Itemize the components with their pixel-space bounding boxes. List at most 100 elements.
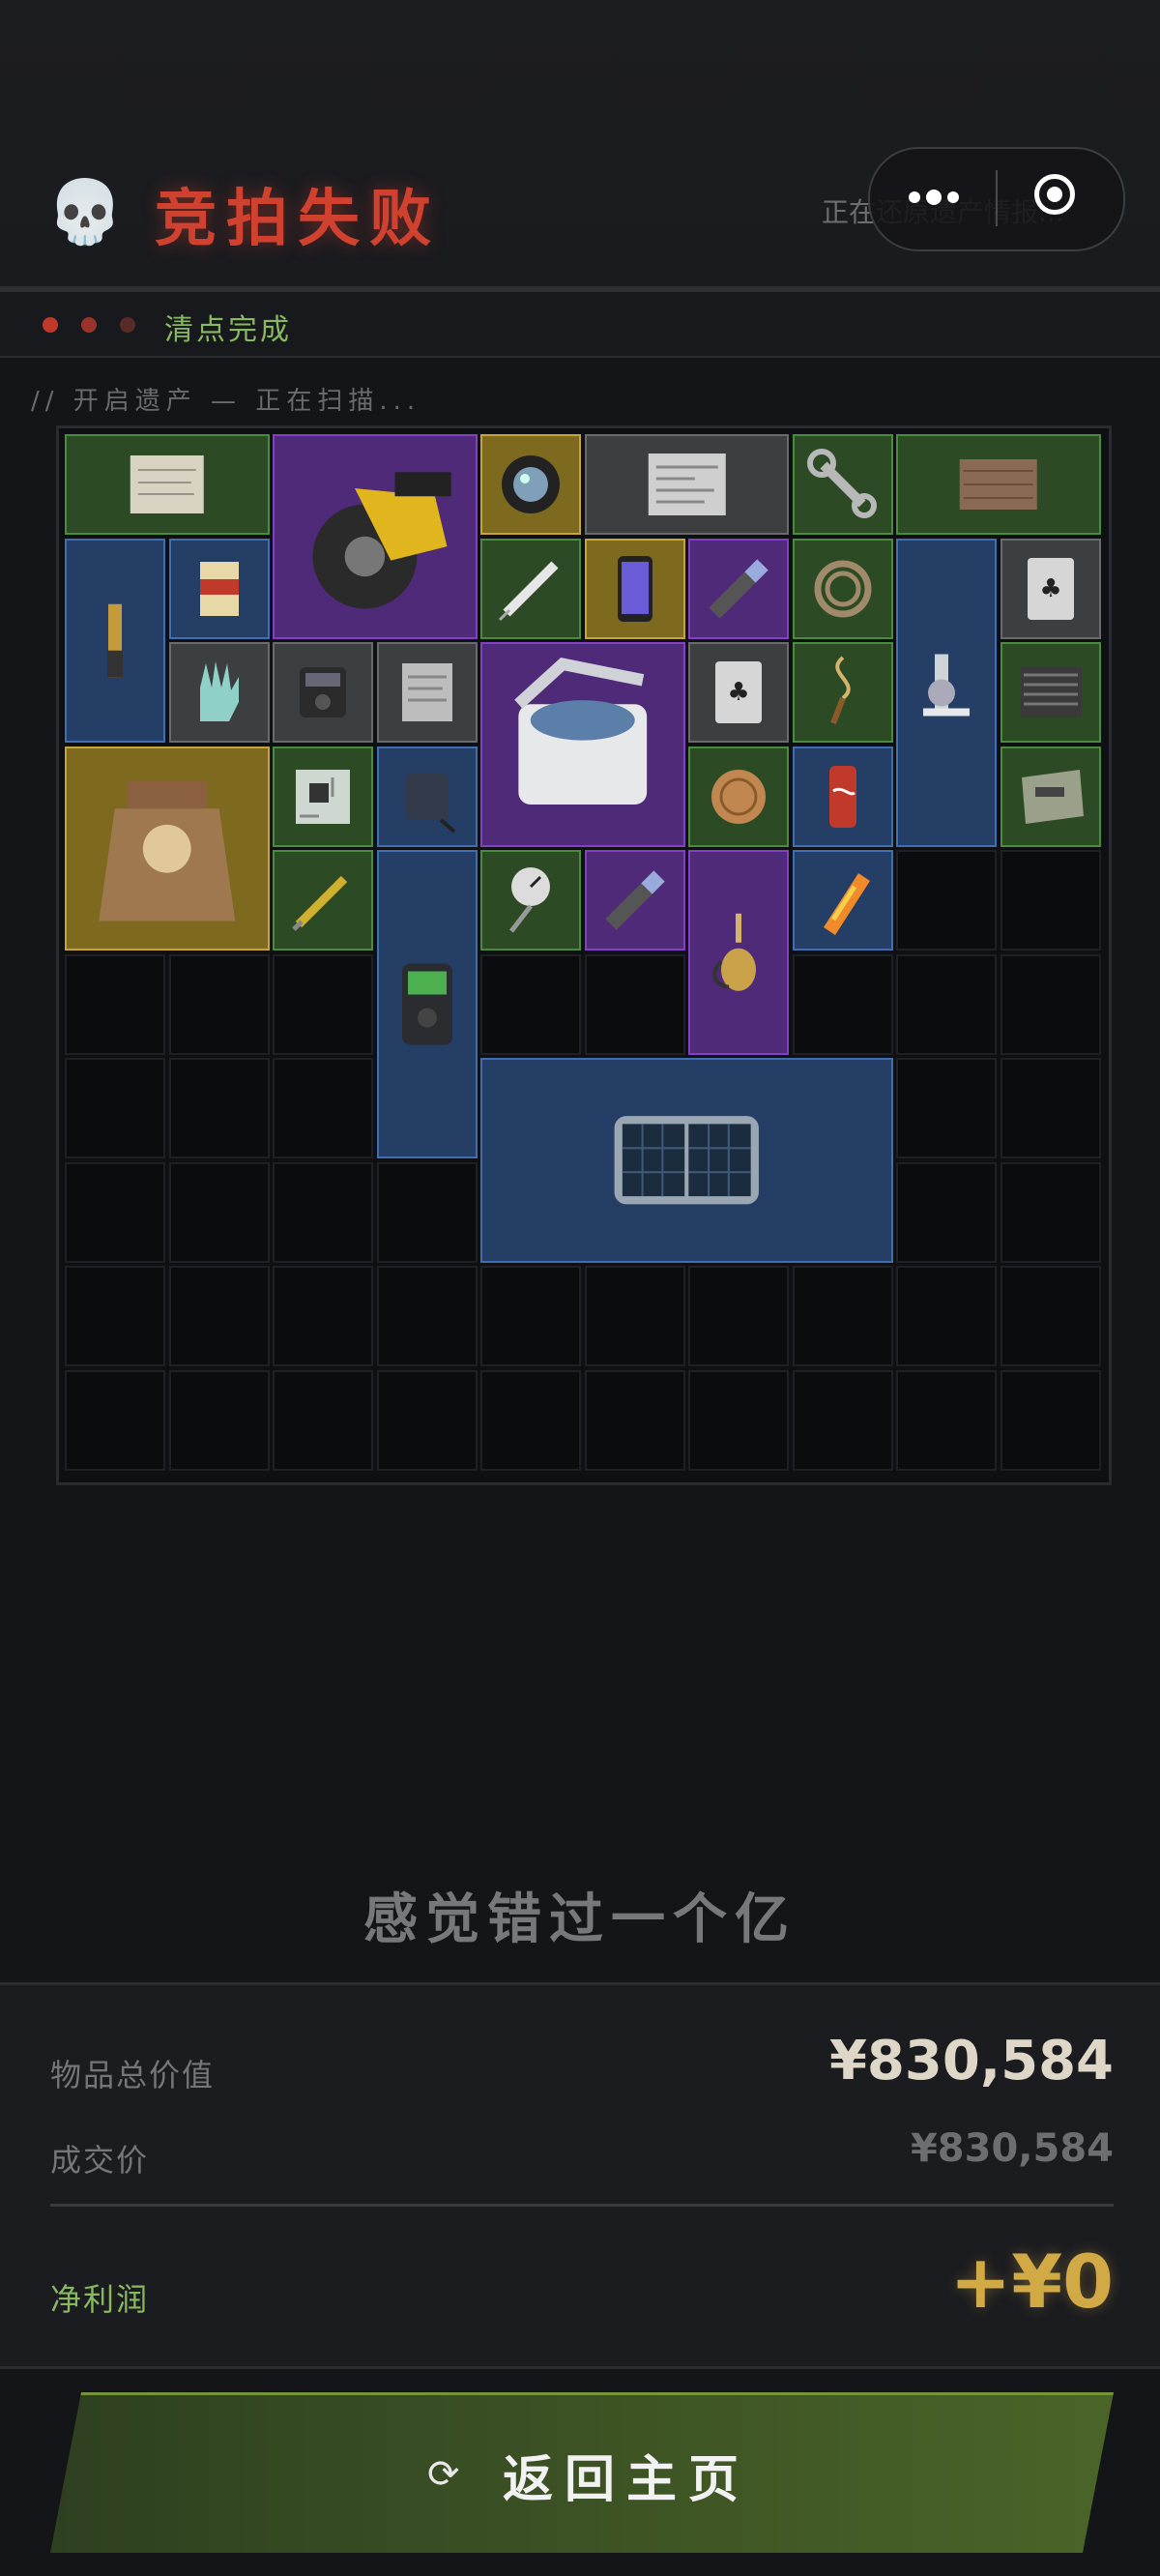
rubber-glove-item[interactable] — [168, 642, 270, 743]
camera-lens-icon — [502, 455, 560, 513]
circuit-board-icon — [296, 769, 350, 824]
grid-cell — [792, 953, 893, 1055]
document-item[interactable] — [376, 642, 478, 743]
playing-card-item[interactable]: ♣ — [688, 642, 789, 743]
grid-cell — [65, 1161, 165, 1263]
grid-cell — [1000, 850, 1101, 951]
smartphone-icon — [617, 555, 652, 622]
grid-cell — [688, 1369, 789, 1471]
svg-text:♣: ♣ — [727, 678, 749, 707]
flashlight-item[interactable] — [688, 538, 789, 639]
rubber-glove-icon — [199, 661, 239, 721]
flashlight-item[interactable] — [584, 850, 685, 951]
grid-cell — [896, 1369, 997, 1471]
grid-cell — [896, 953, 997, 1055]
grid-cell — [1000, 1369, 1101, 1471]
pressure-gauge-item[interactable] — [480, 850, 581, 951]
grid-cell — [168, 953, 270, 1055]
antique-clock-item[interactable] — [65, 746, 270, 951]
smartphone-item[interactable] — [584, 538, 685, 639]
grid-cell — [168, 1058, 270, 1158]
wrench-item[interactable] — [792, 434, 893, 535]
grid-cell — [688, 1266, 789, 1366]
inventory-grid: ♣ ♣ — [56, 425, 1112, 1485]
document-icon — [401, 663, 452, 721]
grid-cell — [168, 1266, 270, 1366]
microscope-item[interactable] — [896, 538, 997, 847]
spyglass-icon — [107, 603, 123, 678]
old-paper-item[interactable] — [65, 434, 270, 535]
screwdriver-icon — [292, 875, 348, 931]
grid-cell — [65, 953, 165, 1055]
memory-card-icon — [199, 561, 239, 616]
hose-icon — [814, 560, 871, 617]
food-pouch-item[interactable] — [1000, 746, 1101, 847]
grid-cell — [168, 1369, 270, 1471]
status-bar: 清点完成 — [0, 292, 1160, 358]
syringe-item[interactable] — [480, 538, 581, 639]
cpu-cooler-icon — [1019, 667, 1082, 717]
newspaper-item[interactable] — [584, 434, 789, 535]
grid-cell — [584, 953, 685, 1055]
camera-lens-item[interactable] — [480, 434, 581, 535]
close-target-icon[interactable] — [1034, 174, 1075, 215]
skull-icon: 💀 — [46, 177, 124, 249]
deal-price-label: 成交价 — [50, 2142, 150, 2179]
multimeter-item[interactable] — [273, 642, 373, 743]
grid-cell — [376, 1369, 478, 1471]
microscope-icon — [923, 654, 970, 716]
flashlight-icon — [709, 558, 768, 619]
summary-divider — [50, 2204, 1114, 2207]
scan-text: // 开启遗产 — 正在扫描... — [31, 387, 421, 416]
syringe-icon — [498, 560, 559, 621]
bronze-coin-item[interactable] — [688, 746, 789, 847]
solar-panel-item[interactable] — [480, 1058, 893, 1263]
mini-program-capsule[interactable] — [868, 147, 1125, 251]
wrench-icon — [806, 449, 877, 518]
voice-recorder-item[interactable] — [376, 850, 478, 1158]
grid-cell — [896, 1161, 997, 1263]
circuit-board-item[interactable] — [273, 746, 373, 847]
chip-tube-item[interactable] — [792, 850, 893, 951]
playing-card-item[interactable]: ♣ — [1000, 538, 1101, 639]
net-profit: +¥0 — [949, 2239, 1114, 2325]
spyglass-item[interactable] — [65, 538, 165, 743]
centrifuge-item[interactable] — [480, 642, 685, 847]
svg-text:♣: ♣ — [1039, 574, 1061, 603]
hookah-icon — [712, 913, 756, 991]
hose-item[interactable] — [792, 538, 893, 639]
cpu-cooler-item[interactable] — [1000, 642, 1101, 743]
grid-cell — [65, 1369, 165, 1471]
old-paper-icon — [130, 455, 204, 513]
soda-can-icon — [828, 765, 856, 828]
newspaper-icon — [648, 454, 726, 515]
screwdriver-item[interactable] — [273, 850, 373, 951]
antique-clock-icon — [99, 779, 236, 921]
pendulum-charm-item[interactable] — [792, 642, 893, 743]
power-bank-item[interactable] — [376, 746, 478, 847]
wood-plank-item[interactable] — [896, 434, 1101, 535]
circular-saw-item[interactable] — [273, 434, 478, 639]
playing-card-icon: ♣ — [715, 661, 762, 723]
grid-cell — [65, 1266, 165, 1366]
total-value: ¥830,584 — [828, 2030, 1114, 2093]
grid-cell — [168, 1161, 270, 1263]
total-value-label: 物品总价值 — [50, 2057, 216, 2093]
circular-saw-icon — [312, 472, 451, 609]
grid-cell — [273, 1369, 373, 1471]
grid-cell — [273, 1058, 373, 1158]
grid-cell — [273, 953, 373, 1055]
more-icon[interactable] — [903, 184, 980, 213]
grid-cell — [896, 1266, 997, 1366]
hookah-item[interactable] — [688, 850, 789, 1055]
grid-cell — [273, 1161, 373, 1263]
return-home-button[interactable]: ⟳ 返回主页 — [50, 2392, 1114, 2553]
soda-can-item[interactable] — [792, 746, 893, 847]
grid-cell — [1000, 1161, 1101, 1263]
memory-card-item[interactable] — [168, 538, 270, 639]
grid-cell — [896, 850, 997, 951]
grid-cell — [273, 1266, 373, 1366]
voice-recorder-icon — [401, 963, 452, 1045]
flashlight-icon — [604, 870, 665, 930]
solar-panel-icon — [614, 1116, 759, 1205]
